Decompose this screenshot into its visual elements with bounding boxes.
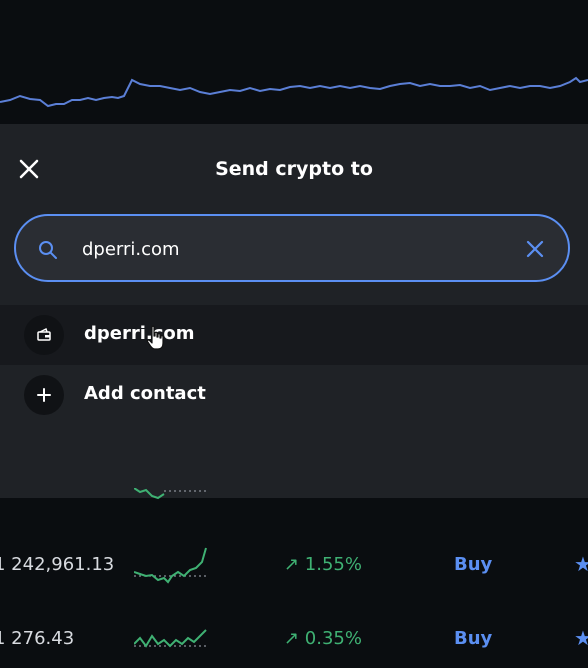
send-crypto-modal: Send crypto to dperri.com dperri.com Add… bbox=[0, 124, 588, 498]
plus-icon bbox=[37, 388, 51, 402]
add-contact-row[interactable]: Add contact bbox=[0, 365, 588, 425]
asset-price: 1 276.43 bbox=[0, 628, 75, 649]
price-chart-line bbox=[0, 76, 588, 108]
buy-button[interactable]: Buy bbox=[454, 628, 492, 649]
watchlist-star-icon[interactable]: ★ bbox=[574, 626, 588, 650]
hand-cursor-icon bbox=[146, 325, 164, 350]
asset-table: 1 242,961.13 ↗ 1.55% Buy ★ 1 276.43 ↗ 0.… bbox=[0, 488, 588, 650]
plus-icon-badge bbox=[24, 375, 64, 415]
sparkline-top-row bbox=[134, 488, 206, 500]
table-row[interactable]: 1 276.43 ↗ 0.35% Buy ★ bbox=[0, 608, 588, 668]
search-result-label: dperri.com bbox=[84, 323, 195, 344]
price-change: ↗ 0.35% bbox=[284, 628, 362, 649]
wallet-icon-badge bbox=[24, 315, 64, 355]
background-price-chart bbox=[0, 0, 588, 124]
search-field[interactable] bbox=[14, 214, 570, 282]
price-change: ↗ 1.55% bbox=[284, 554, 362, 575]
clear-search-button[interactable] bbox=[524, 238, 546, 260]
modal-title: Send crypto to bbox=[215, 158, 373, 180]
asset-price: 1 242,961.13 bbox=[0, 554, 115, 575]
search-input[interactable] bbox=[80, 230, 504, 268]
sparkline-chart bbox=[134, 547, 207, 584]
wallet-icon bbox=[37, 327, 51, 341]
watchlist-star-icon[interactable]: ★ bbox=[574, 552, 588, 576]
sparkline-chart bbox=[134, 629, 207, 648]
clear-icon bbox=[526, 240, 544, 258]
table-row[interactable]: 1 242,961.13 ↗ 1.55% Buy ★ bbox=[0, 536, 588, 596]
add-contact-label: Add contact bbox=[84, 383, 206, 404]
search-result-dperri[interactable]: dperri.com bbox=[0, 305, 588, 365]
buy-button[interactable]: Buy bbox=[454, 554, 492, 575]
search-icon bbox=[39, 241, 57, 259]
